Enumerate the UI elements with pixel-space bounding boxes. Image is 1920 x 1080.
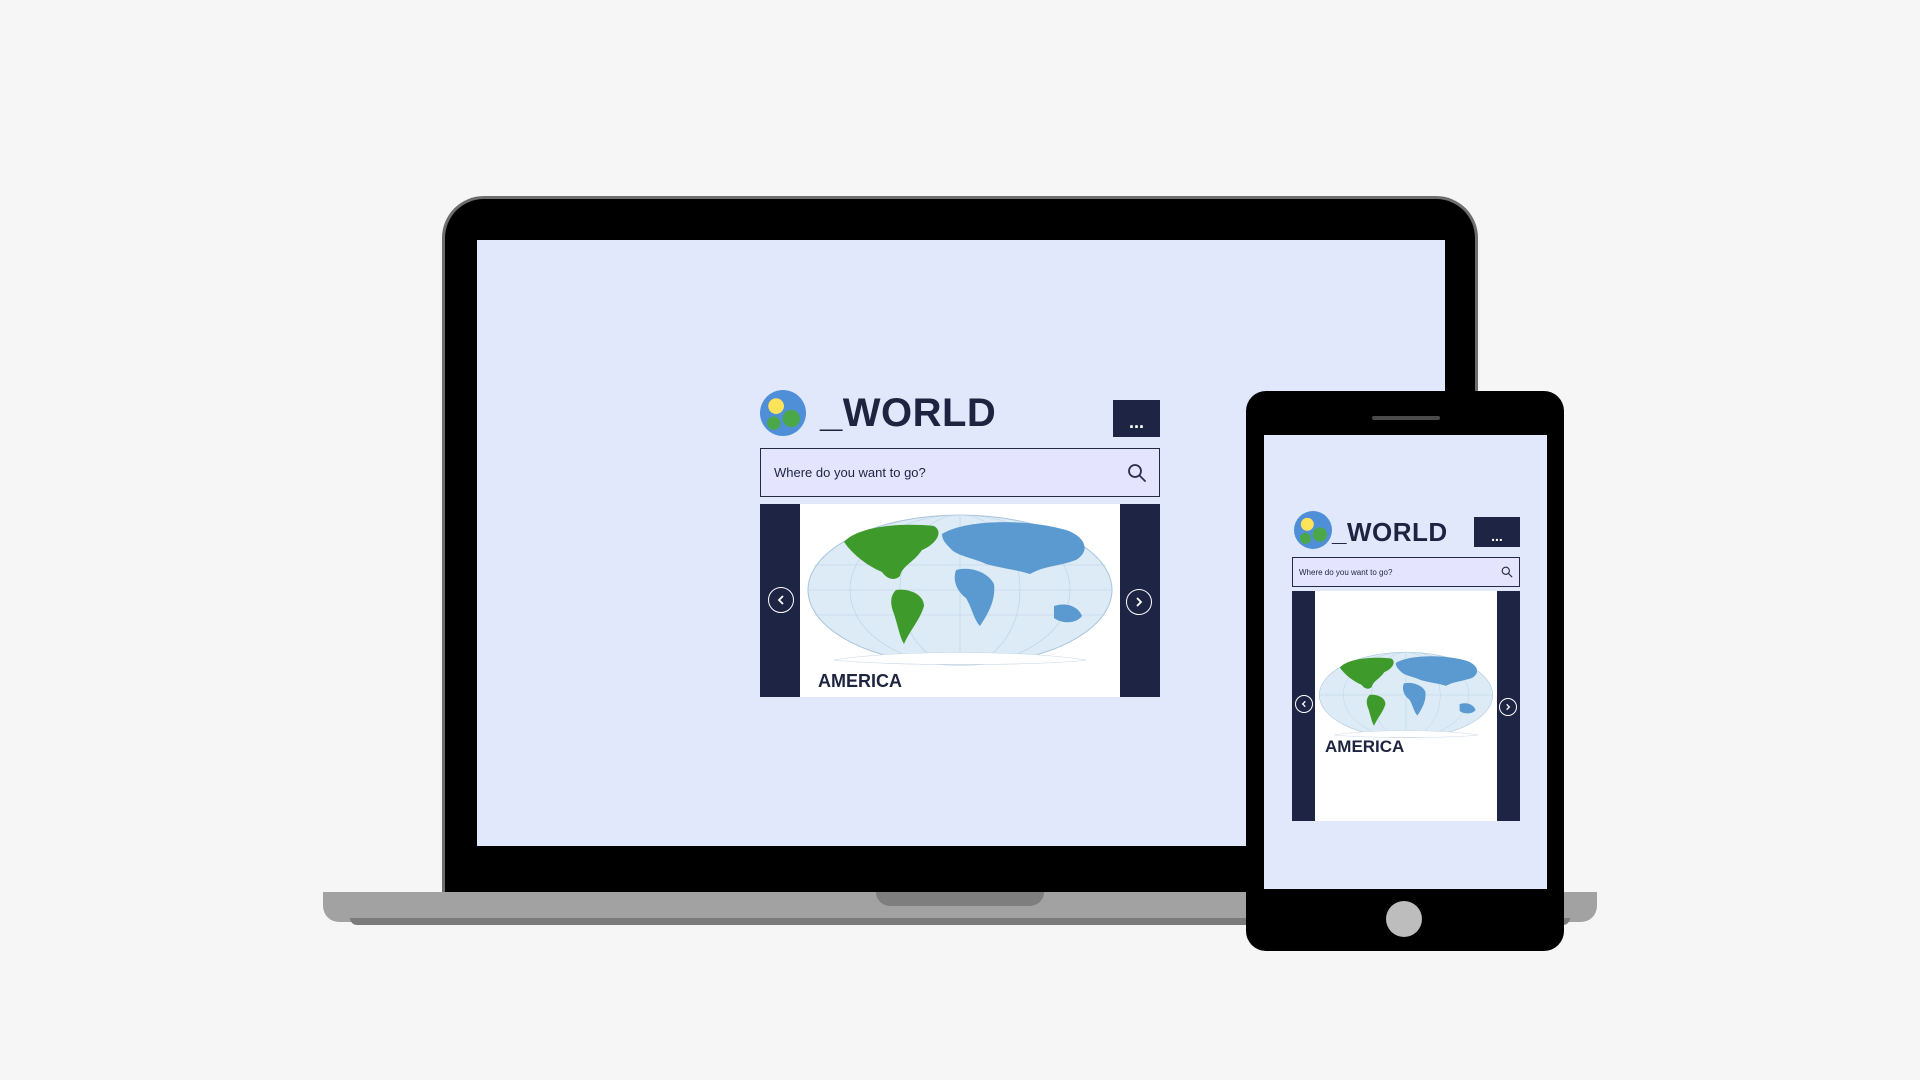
slide-caption: AMERICA [1325, 737, 1405, 756]
chevron-left-icon[interactable] [768, 587, 794, 613]
map-carousel: AMERICA [1292, 591, 1520, 821]
world-app-desktop: _WORLD ... Where do you want to go? AMER… [760, 390, 1160, 700]
app-title: _WORLD [1332, 517, 1448, 547]
tablet-frame: _WORLD ... Where do you want to go? AMER… [1246, 391, 1564, 951]
tablet-speaker [1372, 416, 1440, 420]
carousel-slide: AMERICA [1315, 591, 1497, 821]
slide-caption: AMERICA [818, 671, 902, 691]
chevron-right-icon[interactable] [1126, 589, 1152, 615]
search-icon[interactable] [1127, 463, 1147, 483]
tablet-home-button[interactable] [1386, 901, 1422, 937]
search-placeholder: Where do you want to go? [1299, 567, 1393, 577]
search-placeholder: Where do you want to go? [774, 465, 926, 480]
tablet-screen: _WORLD ... Where do you want to go? AMER… [1264, 435, 1547, 889]
chevron-left-icon[interactable] [1295, 695, 1313, 713]
search-icon[interactable] [1501, 566, 1513, 578]
map-carousel: AMERICA [760, 504, 1160, 697]
world-map [1318, 651, 1494, 739]
chevron-right-icon[interactable] [1499, 698, 1517, 716]
search-input[interactable]: Where do you want to go? [1292, 557, 1520, 587]
world-app-tablet: _WORLD ... Where do you want to go? AMER… [1292, 511, 1520, 821]
app-title: _WORLD [820, 391, 997, 435]
menu-button[interactable]: ... [1113, 400, 1160, 437]
globe-icon [1294, 511, 1332, 549]
globe-icon [760, 390, 806, 436]
search-input[interactable]: Where do you want to go? [760, 448, 1160, 497]
world-map [807, 514, 1113, 666]
menu-button[interactable]: ... [1474, 517, 1520, 547]
carousel-slide: AMERICA [800, 504, 1120, 697]
laptop-notch [876, 892, 1044, 906]
